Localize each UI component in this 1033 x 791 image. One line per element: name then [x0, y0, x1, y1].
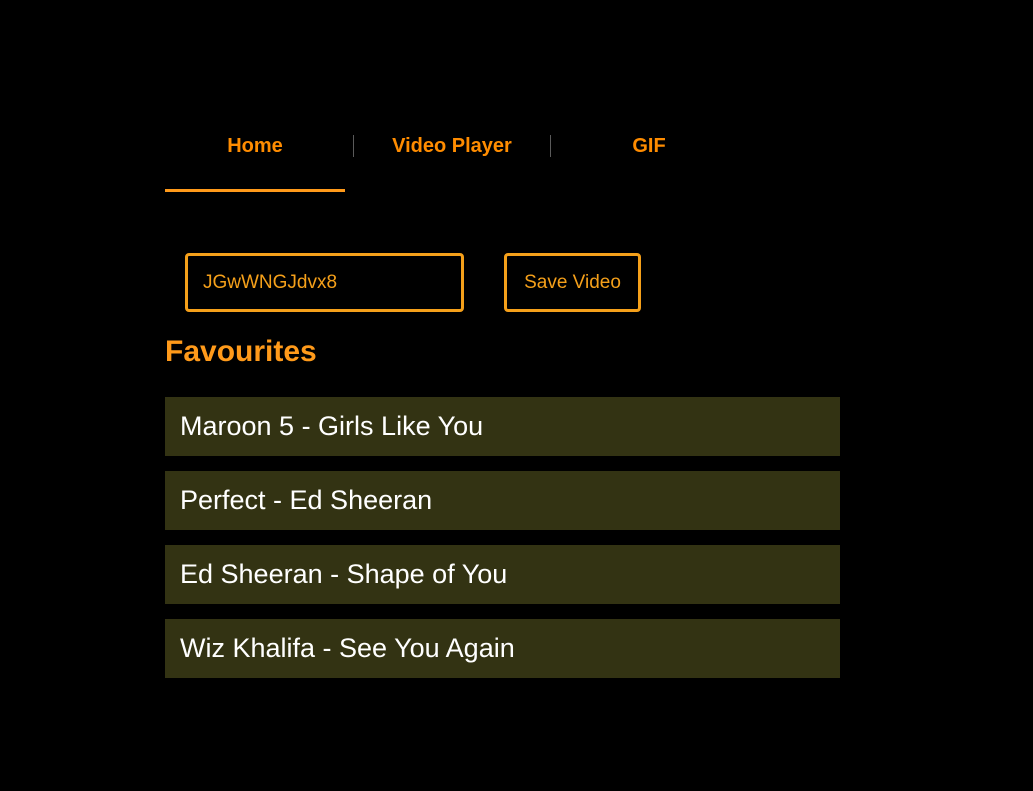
- tab-video-player[interactable]: Video Player: [362, 122, 542, 170]
- nav-separator: [353, 135, 354, 157]
- active-tab-indicator: [165, 189, 345, 192]
- main-nav: Home Video Player GIF: [165, 122, 745, 193]
- page: Home Video Player GIF Save Video Favouri…: [0, 0, 1033, 791]
- favourite-item[interactable]: Ed Sheeran - Shape of You: [165, 545, 840, 604]
- favourite-item[interactable]: Perfect - Ed Sheeran: [165, 471, 840, 530]
- tab-home[interactable]: Home: [165, 122, 345, 170]
- tab-gif[interactable]: GIF: [559, 122, 739, 170]
- video-id-input[interactable]: [185, 253, 464, 312]
- nav-separator: [550, 135, 551, 157]
- favourite-item[interactable]: Maroon 5 - Girls Like You: [165, 397, 840, 456]
- favourite-item[interactable]: Wiz Khalifa - See You Again: [165, 619, 840, 678]
- favourites-heading: Favourites: [165, 335, 317, 368]
- favourites-list: Maroon 5 - Girls Like You Perfect - Ed S…: [165, 397, 840, 693]
- save-video-button[interactable]: Save Video: [504, 253, 641, 312]
